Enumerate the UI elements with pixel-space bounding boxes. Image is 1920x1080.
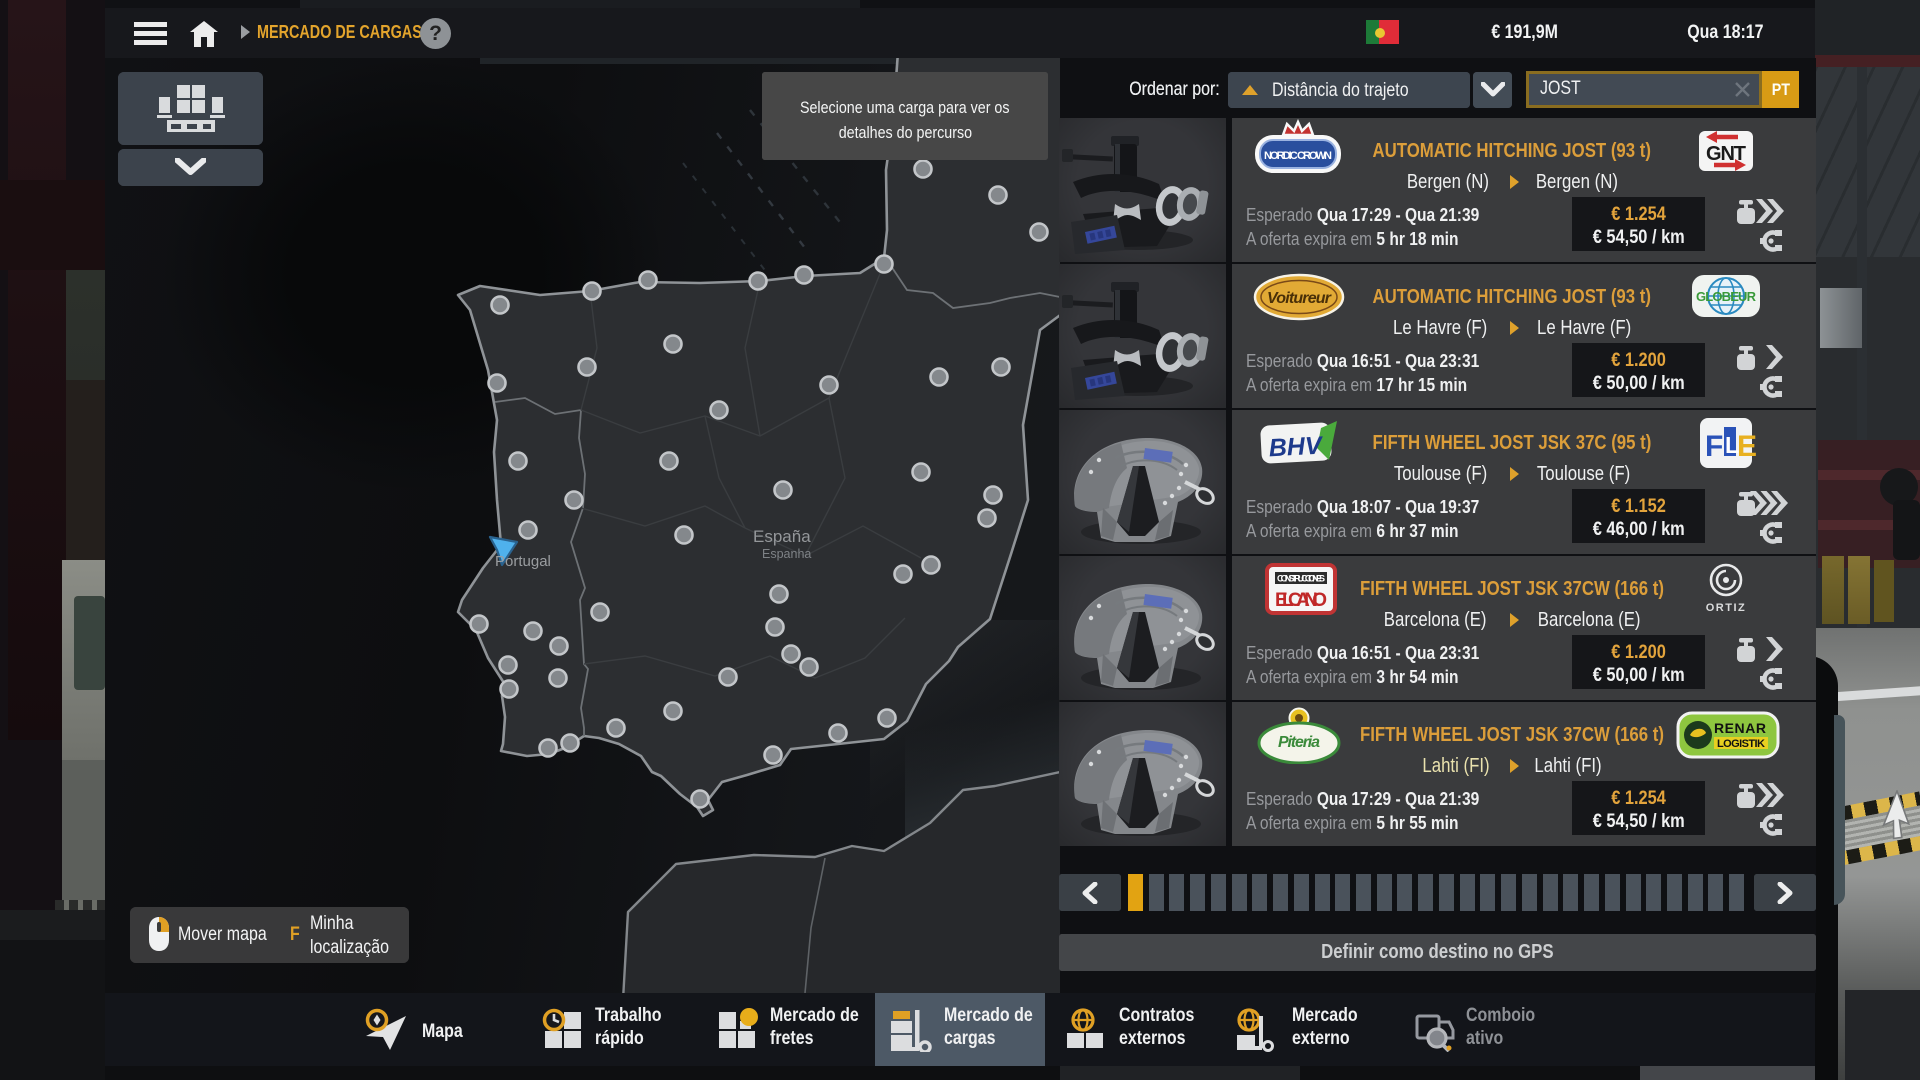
svg-text:España: España — [753, 527, 811, 546]
svg-text:Espanha: Espanha — [762, 547, 811, 561]
svg-text:RENAR: RENAR — [1714, 720, 1766, 736]
svg-text:LOGISTIK: LOGISTIK — [1717, 738, 1765, 750]
svg-text:E: E — [1737, 430, 1757, 463]
svg-text:F: F — [1705, 430, 1723, 463]
svg-text:Portugal: Portugal — [495, 553, 551, 570]
svg-text:GNT: GNT — [1706, 143, 1746, 165]
svg-text:ORTIZ: ORTIZ — [1706, 602, 1747, 614]
svg-text:GLOBEUR: GLOBEUR — [1696, 289, 1757, 304]
